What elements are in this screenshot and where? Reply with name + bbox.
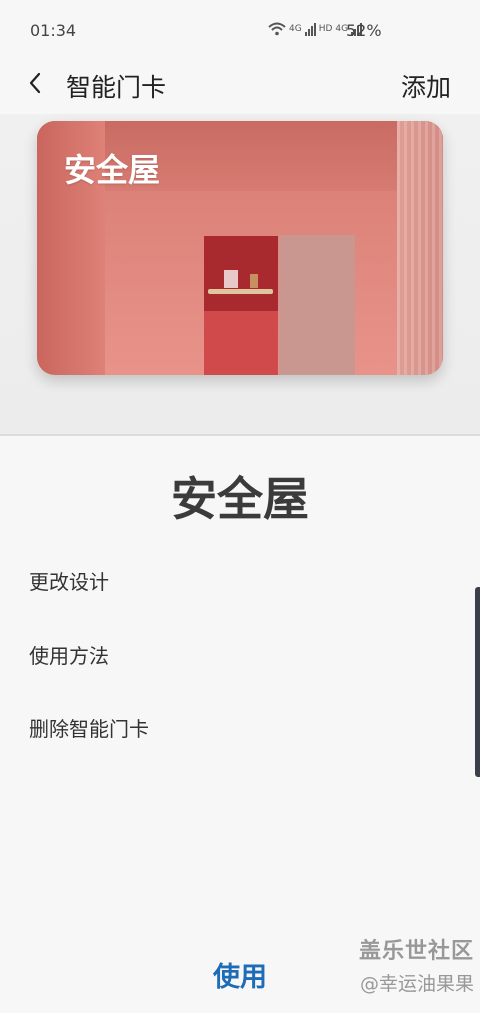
network-hd: HD (318, 24, 333, 34)
card-door-light (279, 235, 355, 375)
signal-icon (304, 22, 316, 36)
back-button[interactable] (20, 68, 50, 98)
wifi-icon (268, 22, 286, 36)
watermark-line2: @幸运油果果 (359, 973, 474, 995)
battery-percent: 52% (346, 21, 382, 40)
card-shelf (208, 289, 273, 294)
add-button[interactable]: 添加 (401, 68, 451, 104)
card-shelf-item (250, 274, 258, 288)
page-title: 智能门卡 (66, 73, 167, 102)
card-name: 安全屋 (171, 472, 309, 526)
app-header: 智能门卡 添加 (0, 60, 480, 112)
card-curtain (397, 121, 443, 375)
door-card[interactable]: 安全屋 (37, 121, 443, 375)
status-bar: 01:34 4G HD 4G 52% (0, 0, 480, 60)
watermark-line1: 盖乐世社区 (358, 939, 474, 964)
card-shelf-item (224, 270, 238, 288)
watermark: 盖乐世社区 @幸运油果果 (344, 933, 474, 996)
chevron-left-icon (29, 72, 41, 94)
menu-item-delete-card[interactable]: 删除智能门卡 (29, 713, 149, 742)
card-title: 安全屋 (64, 151, 161, 189)
card-door-panel (204, 311, 278, 375)
status-time: 01:34 (30, 21, 77, 40)
edge-panel-handle[interactable] (475, 587, 480, 777)
menu-item-how-to-use[interactable]: 使用方法 (29, 640, 109, 669)
menu-item-change-design[interactable]: 更改设计 (29, 566, 109, 595)
card-preview-area: 安全屋 (0, 114, 480, 436)
network-type-1: 4G (289, 24, 302, 34)
